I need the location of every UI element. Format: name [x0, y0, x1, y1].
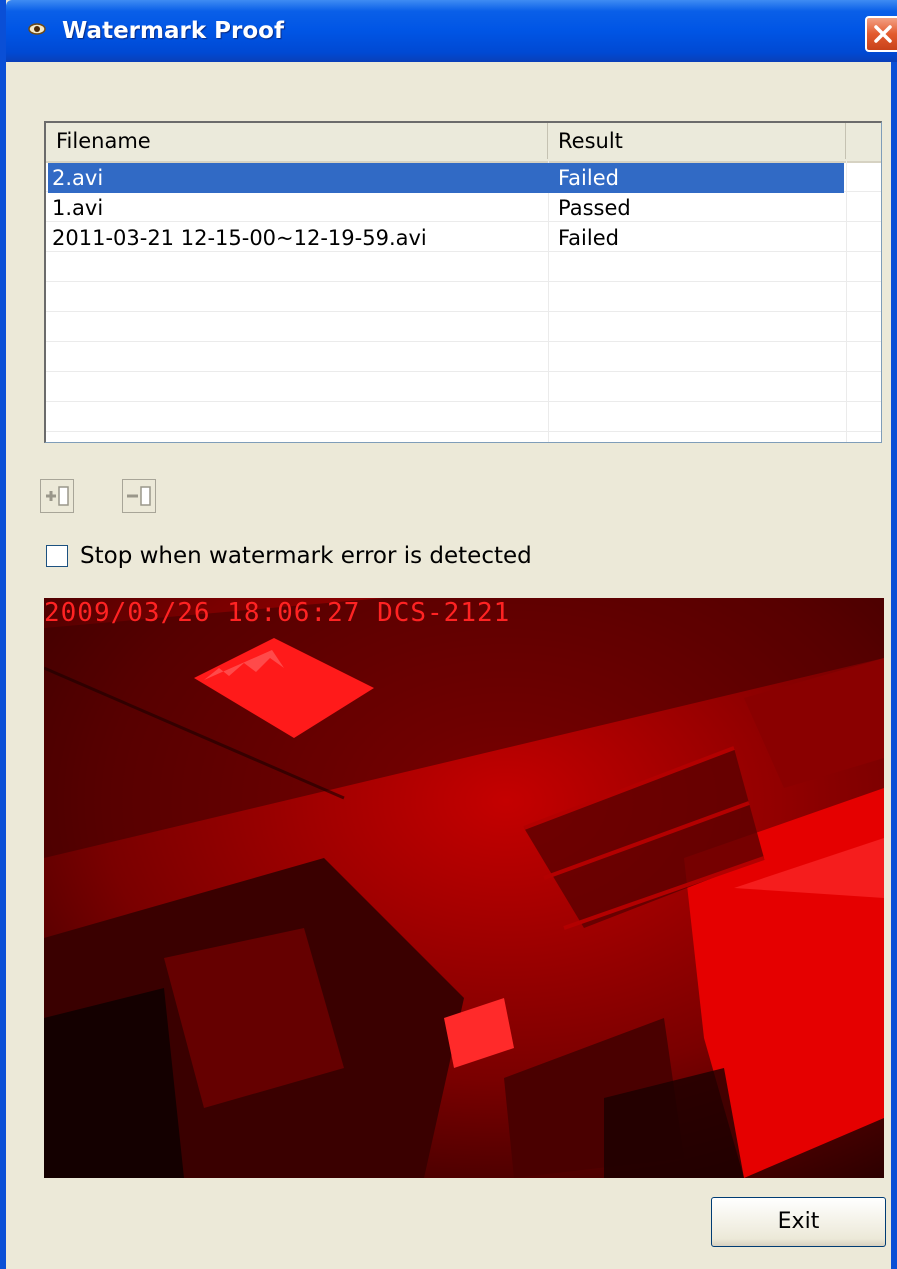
row-divider: [46, 311, 881, 312]
title-bar[interactable]: Watermark Proof: [6, 0, 897, 62]
close-icon: [874, 25, 892, 43]
video-timestamp-overlay: 2009/03/26 18:06:27 DCS-2121: [44, 598, 511, 628]
row-divider: [46, 371, 881, 372]
column-header-result[interactable]: Result: [548, 123, 846, 159]
video-preview: 2009/03/26 18:06:27 DCS-2121: [44, 598, 884, 1178]
list-header: Filename Result: [46, 123, 881, 163]
row-divider: [46, 401, 881, 402]
results-list[interactable]: Filename Result 2.avi Failed 1.avi Passe…: [44, 121, 882, 443]
row-divider: [46, 341, 881, 342]
column-header-filename[interactable]: Filename: [46, 123, 548, 159]
column-header-filler: [846, 123, 881, 159]
remove-file-icon: [127, 486, 151, 506]
add-file-icon: [46, 486, 69, 506]
table-row[interactable]: 2.avi Failed: [46, 163, 881, 193]
cell-result: Passed: [558, 196, 631, 220]
cell-filename: 2.avi: [52, 166, 104, 190]
stop-on-error-label[interactable]: Stop when watermark error is detected: [80, 543, 532, 569]
watermark-proof-window: Watermark Proof Filename Result 2.avi Fa…: [0, 0, 897, 1269]
exit-button[interactable]: Exit: [711, 1197, 886, 1247]
row-divider: [46, 431, 881, 432]
stop-on-error-checkbox[interactable]: [46, 545, 68, 567]
camera-frame-image: [44, 598, 884, 1178]
add-file-button[interactable]: [40, 479, 74, 513]
window-title: Watermark Proof: [62, 18, 284, 44]
cell-filename: 2011-03-21 12-15-00~12-19-59.avi: [52, 226, 427, 250]
table-row[interactable]: 2011-03-21 12-15-00~12-19-59.avi Failed: [46, 223, 881, 253]
eye-icon: [28, 23, 46, 35]
remove-file-button[interactable]: [122, 479, 156, 513]
close-button[interactable]: [865, 16, 897, 52]
cell-result: Failed: [558, 166, 619, 190]
table-row[interactable]: 1.avi Passed: [46, 193, 881, 223]
cell-result: Failed: [558, 226, 619, 250]
cell-filename: 1.avi: [52, 196, 104, 220]
row-divider: [46, 281, 881, 282]
